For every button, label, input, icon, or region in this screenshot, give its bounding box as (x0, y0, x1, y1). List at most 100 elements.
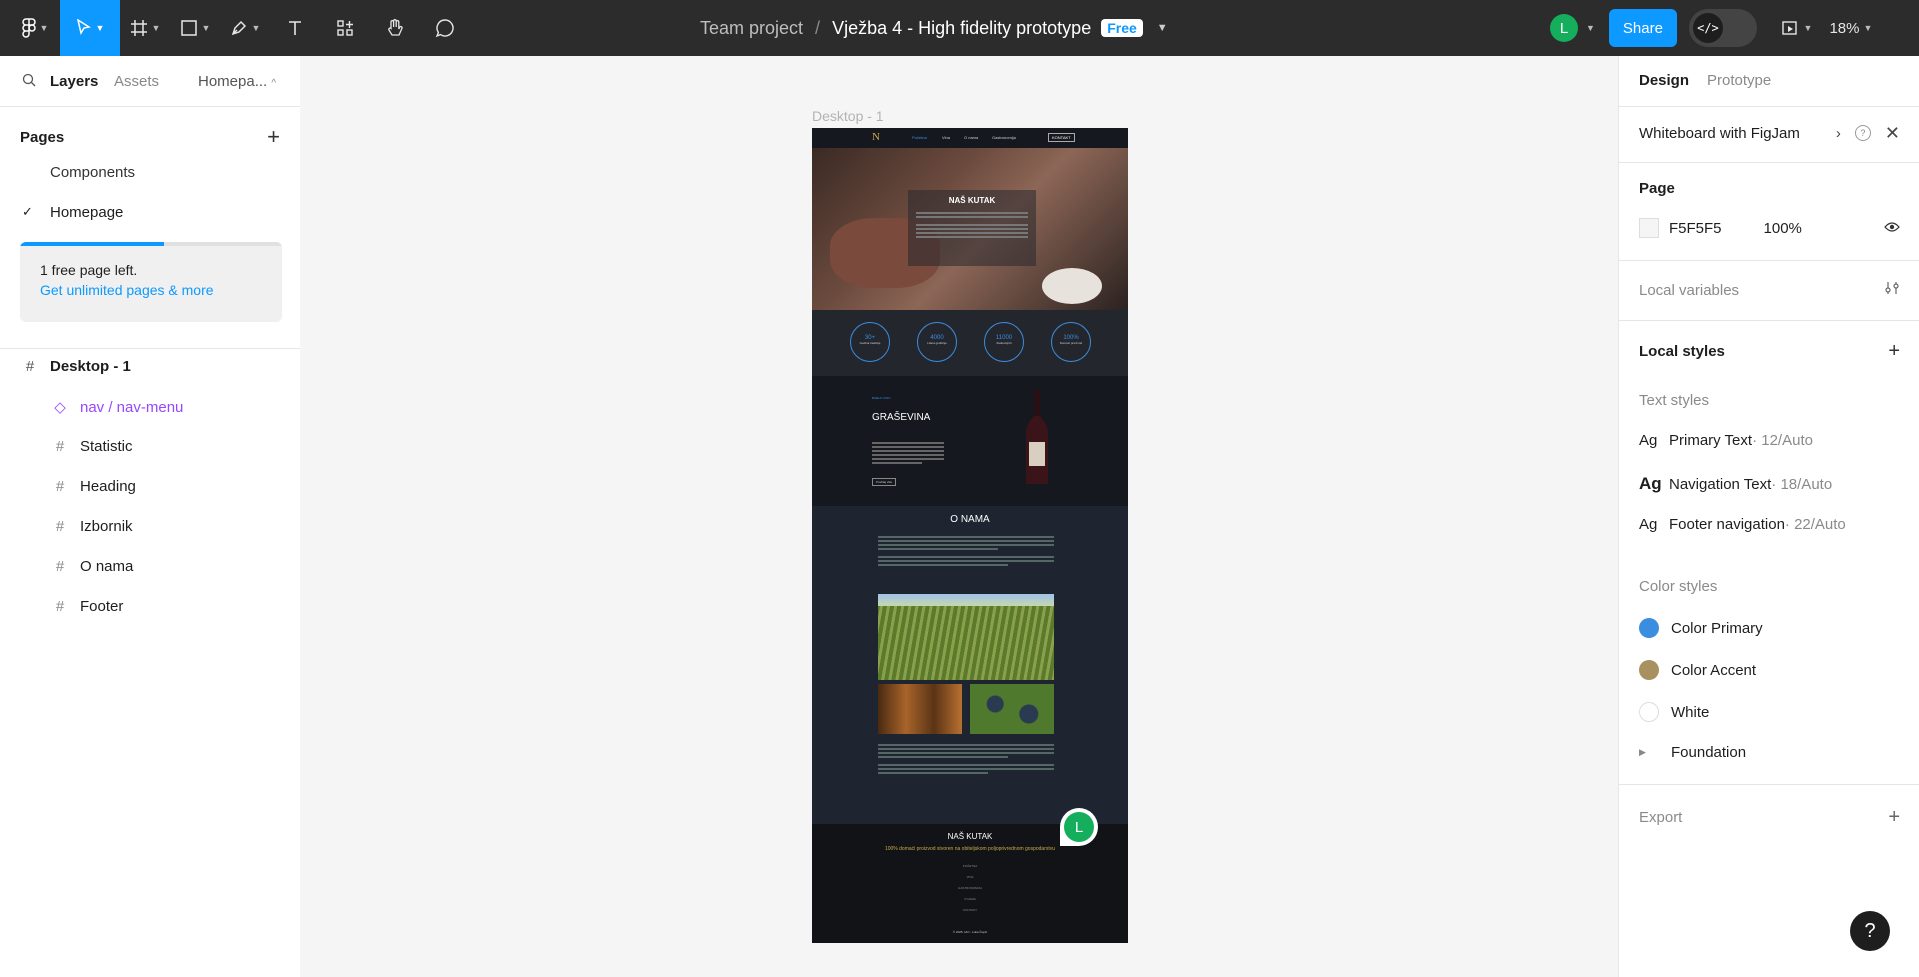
chevron-down-icon: ▼ (1803, 23, 1813, 33)
stat-circle: 4000 Litara godišnje (917, 322, 957, 362)
text-tool-button[interactable] (270, 0, 320, 56)
layer-izbornik[interactable]: # Izbornik (50, 518, 133, 535)
plan-badge[interactable]: Free (1101, 19, 1143, 37)
layer-o-nama[interactable]: # O nama (50, 558, 134, 575)
multiplayer-avatars[interactable]: L ▼ (1550, 14, 1595, 42)
zoom-menu[interactable]: 18% ▼ (1823, 0, 1879, 56)
layer-footer[interactable]: # Footer (50, 598, 124, 615)
dev-mode-toggle[interactable]: </> (1688, 9, 1757, 47)
hand-tool-button[interactable] (370, 0, 420, 56)
tab-layers[interactable]: Layers (50, 73, 98, 90)
figma-logo-icon (21, 18, 36, 38)
frame-tool-button[interactable]: ▼ (120, 0, 170, 56)
frame-label[interactable]: Desktop - 1 (812, 108, 884, 124)
nav-menu[interactable]: N Početna Vina O nama Gastronomija KONTA… (812, 128, 1128, 148)
share-button[interactable]: Share (1608, 9, 1677, 47)
desktop-frame[interactable]: N Početna Vina O nama Gastronomija KONTA… (812, 128, 1128, 943)
stat-circle: 11000 Zadovoljnih (984, 322, 1024, 362)
page-switcher[interactable]: Homepa... ^ (198, 73, 276, 90)
page-fill-value[interactable]: F5F5F5 (1669, 220, 1722, 237)
color-style-item[interactable]: Color Primary (1639, 618, 1900, 638)
about-text-line (878, 540, 1054, 542)
layer-label: O nama (80, 558, 134, 575)
wine-title: GRAŠEVINA (872, 412, 931, 423)
izbornik-section[interactable]: BIJELO VINO GRAŠEVINA Pročitaj više (812, 376, 1128, 506)
text-style-item[interactable]: Ag Navigation Text · 18/Auto (1639, 474, 1900, 494)
page-item-components[interactable]: Components (50, 164, 135, 181)
chevron-down-icon: ▼ (1863, 23, 1873, 33)
wine-text-line (872, 458, 944, 460)
text-style-item[interactable]: Ag Primary Text · 12/Auto (1639, 432, 1900, 449)
move-tool-button[interactable]: ▼ (60, 0, 120, 56)
page-fill-swatch[interactable] (1639, 218, 1659, 238)
layer-statistic[interactable]: # Statistic (50, 438, 133, 455)
avatar[interactable]: L (1550, 14, 1578, 42)
tab-assets[interactable]: Assets (114, 73, 159, 90)
layer-desktop-1[interactable]: # Desktop - 1 (20, 358, 131, 375)
nav-link-o-nama: O nama (964, 135, 979, 140)
pen-tool-button[interactable]: ▼ (220, 0, 270, 56)
comment-tool-button[interactable] (420, 0, 470, 56)
frame-icon: # (55, 438, 65, 455)
upgrade-link[interactable]: Get unlimited pages & more (20, 278, 282, 298)
chevron-right-icon[interactable]: › (1836, 125, 1841, 142)
color-style-item[interactable]: Color Accent (1639, 660, 1900, 680)
text-styles-title: Text styles (1639, 392, 1710, 409)
help-button[interactable]: ? (1850, 911, 1890, 951)
export-title[interactable]: Export (1639, 809, 1682, 826)
frame-icon: # (55, 598, 65, 615)
layer-heading[interactable]: # Heading (50, 478, 136, 495)
page-item-homepage[interactable]: Homepage (50, 204, 123, 221)
text-style-item[interactable]: Ag Footer navigation · 22/Auto (1639, 516, 1900, 533)
tab-design[interactable]: Design (1639, 72, 1689, 89)
text-style-icon: Ag (1639, 474, 1662, 493)
shape-tool-button[interactable]: ▼ (170, 0, 220, 56)
vineyard-sky (878, 594, 1054, 606)
close-icon[interactable]: ✕ (1885, 123, 1900, 144)
local-variables-title[interactable]: Local variables (1639, 282, 1739, 299)
hero-title: NAŠ KUTAK (948, 196, 996, 205)
about-text-line (878, 744, 1054, 746)
canvas[interactable]: Desktop - 1 N Početna Vina O nama Gastro… (300, 56, 1618, 977)
whiteboard-promo[interactable]: Whiteboard with FigJam (1639, 125, 1800, 142)
code-icon: </> (1692, 13, 1723, 43)
add-style-icon[interactable]: + (1888, 340, 1900, 363)
chevron-down-icon: ▼ (201, 23, 211, 33)
hero-text-line (916, 236, 1028, 238)
tab-prototype[interactable]: Prototype (1707, 72, 1771, 89)
chevron-down-icon: ▼ (1586, 23, 1595, 33)
wine-text-line (872, 462, 922, 464)
page-opacity-value[interactable]: 100% (1764, 220, 1802, 237)
frame-icon: # (25, 358, 35, 375)
about-text-line (878, 772, 988, 774)
variables-icon[interactable] (1884, 280, 1900, 300)
text-style-icon: Ag (1639, 432, 1658, 449)
statistic-section[interactable]: 30+ Godina tradicije 4000 Litara godišnj… (812, 310, 1128, 376)
hand-icon (388, 19, 403, 36)
footer-link: POČETNA (962, 864, 978, 868)
eye-icon[interactable] (1884, 220, 1900, 237)
right-sidebar: Design Prototype Whiteboard with FigJam … (1618, 56, 1919, 977)
chevron-down-icon[interactable]: ▼ (1157, 22, 1168, 34)
about-text-line (878, 556, 1054, 558)
pages-header: Pages + (20, 124, 280, 150)
help-circle-icon[interactable]: ? (1854, 125, 1871, 141)
file-name[interactable]: Vježba 4 - High fidelity prototype (832, 18, 1091, 39)
add-export-icon[interactable]: + (1888, 806, 1900, 829)
project-name[interactable]: Team project (700, 18, 803, 39)
style-folder-foundation[interactable]: ▶ Foundation (1639, 744, 1900, 761)
wine-text-line (872, 446, 944, 448)
layer-nav-menu[interactable]: ◇ nav / nav-menu (50, 398, 184, 417)
stat-circle: 100% Domaći proizvod (1051, 322, 1091, 362)
layer-label: nav / nav-menu (80, 398, 184, 416)
comment-pin[interactable]: L (1060, 808, 1098, 846)
search-icon[interactable] (22, 73, 36, 87)
breadcrumb-separator: / (815, 17, 821, 38)
resources-button[interactable] (320, 0, 370, 56)
wine-text-line (872, 450, 944, 452)
main-menu-button[interactable]: ▼ (10, 0, 60, 56)
color-style-item[interactable]: White (1639, 702, 1900, 722)
add-page-icon[interactable]: + (267, 124, 280, 150)
about-text-line (878, 748, 1054, 750)
present-button[interactable]: ▼ (1771, 0, 1823, 56)
